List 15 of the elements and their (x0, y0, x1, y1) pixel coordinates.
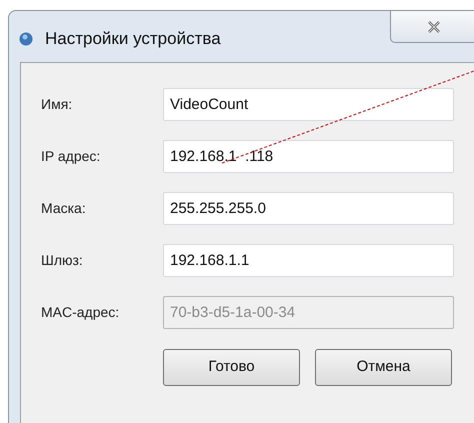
globe-icon (19, 32, 33, 46)
close-icon (427, 20, 441, 32)
dialog-button[interactable]: Отмена (315, 349, 452, 386)
field-label: IP адрес: (41, 147, 102, 166)
window-title: Настройки устройства (45, 28, 221, 50)
field-label: Маска: (41, 199, 87, 218)
field-label: Шлюз: (41, 251, 84, 270)
close-button[interactable] (390, 10, 474, 43)
input-field[interactable]: 192.168.1.1 (163, 244, 454, 277)
field-label: Имя: (41, 95, 74, 114)
input-field[interactable]: 192.168.1 .118 (163, 140, 454, 173)
input-field[interactable]: 255.255.255.0 (163, 192, 454, 225)
field-label: MAC-адрес: (41, 303, 120, 322)
input-field[interactable]: VideoCount (163, 88, 454, 121)
dialog-button[interactable]: Готово (163, 349, 300, 386)
